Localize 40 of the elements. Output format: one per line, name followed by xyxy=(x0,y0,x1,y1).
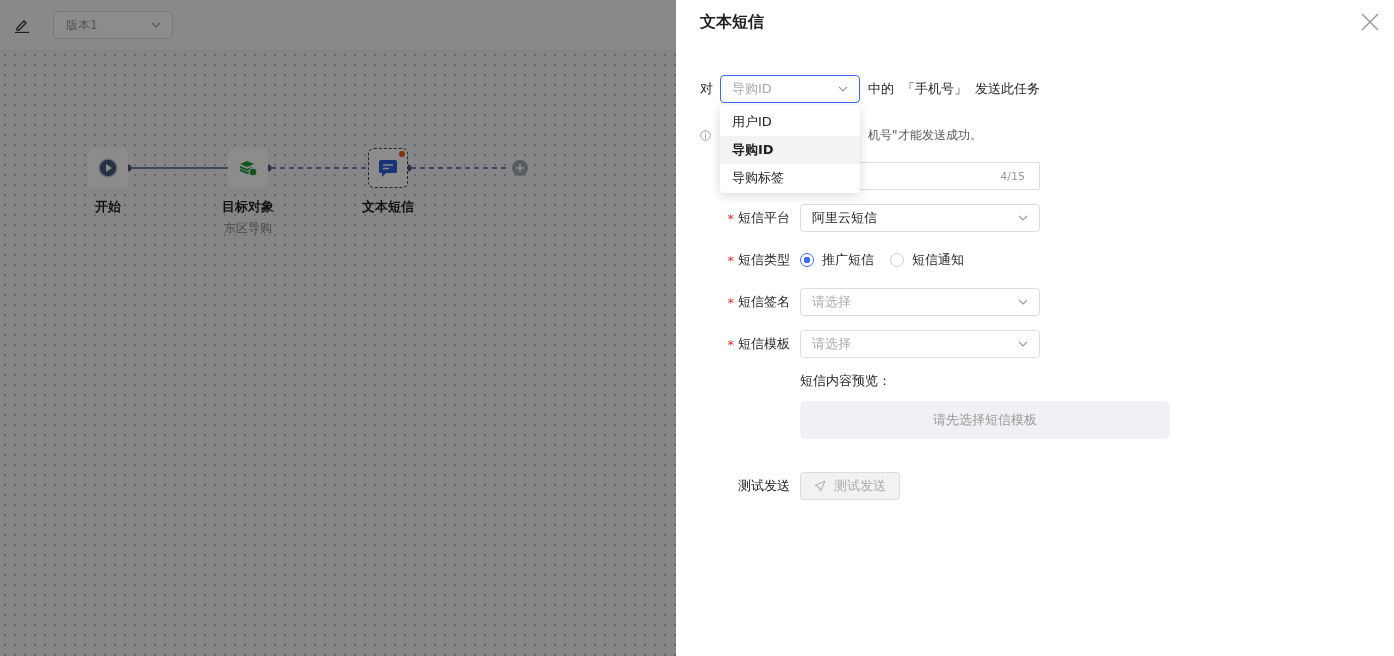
radio-label: 短信通知 xyxy=(912,251,964,269)
dropdown-option[interactable]: 导购ID xyxy=(720,136,860,164)
hint-text: 机号"才能发送成功。 xyxy=(868,126,982,144)
flow-node[interactable] xyxy=(368,148,408,188)
chat-icon xyxy=(378,158,398,178)
field-label: 测试发送 xyxy=(738,477,790,495)
target-prefix: 对 xyxy=(700,80,713,98)
radio-button[interactable] xyxy=(800,253,814,267)
layers-icon xyxy=(238,158,258,178)
preview-box: 请先选择短信模板 xyxy=(800,401,1170,439)
radio-option[interactable]: 推广短信 xyxy=(800,251,874,269)
play-icon xyxy=(98,158,118,178)
node-label: 开始 xyxy=(95,198,121,216)
info-icon xyxy=(700,129,711,141)
node-label: 目标对象 xyxy=(222,198,274,216)
radio-label: 推广短信 xyxy=(822,251,874,269)
dropdown-option[interactable]: 用户ID xyxy=(720,108,860,136)
field-label: 短信类型 xyxy=(738,251,790,269)
target-suffix: 发送此任务 xyxy=(975,80,1040,98)
required-mark: * xyxy=(727,294,734,310)
node-subtitle: 东区导购 xyxy=(224,220,272,237)
radio-option[interactable]: 短信通知 xyxy=(890,251,964,269)
flow-node[interactable] xyxy=(228,148,268,188)
required-mark: * xyxy=(727,210,734,226)
char-counter: 4/15 xyxy=(1000,169,1025,183)
close-icon[interactable] xyxy=(1361,13,1379,31)
required-mark: * xyxy=(727,252,734,268)
field-label: 短信平台 xyxy=(738,209,790,227)
select-field[interactable]: 阿里云短信 xyxy=(800,204,1040,232)
drawer-title: 文本短信 xyxy=(700,11,764,33)
field-label: 短信签名 xyxy=(738,293,790,311)
field-label: 短信模板 xyxy=(738,335,790,353)
send-icon xyxy=(814,480,826,492)
target-middle-text: 中的 xyxy=(868,80,894,98)
field-name: 「手机号」 xyxy=(902,80,967,98)
required-mark: * xyxy=(727,336,734,352)
node-label: 文本短信 xyxy=(362,198,414,216)
flow-node[interactable] xyxy=(88,148,128,188)
add-node-icon[interactable] xyxy=(512,160,528,176)
preview-label: 短信内容预览： xyxy=(800,372,892,390)
